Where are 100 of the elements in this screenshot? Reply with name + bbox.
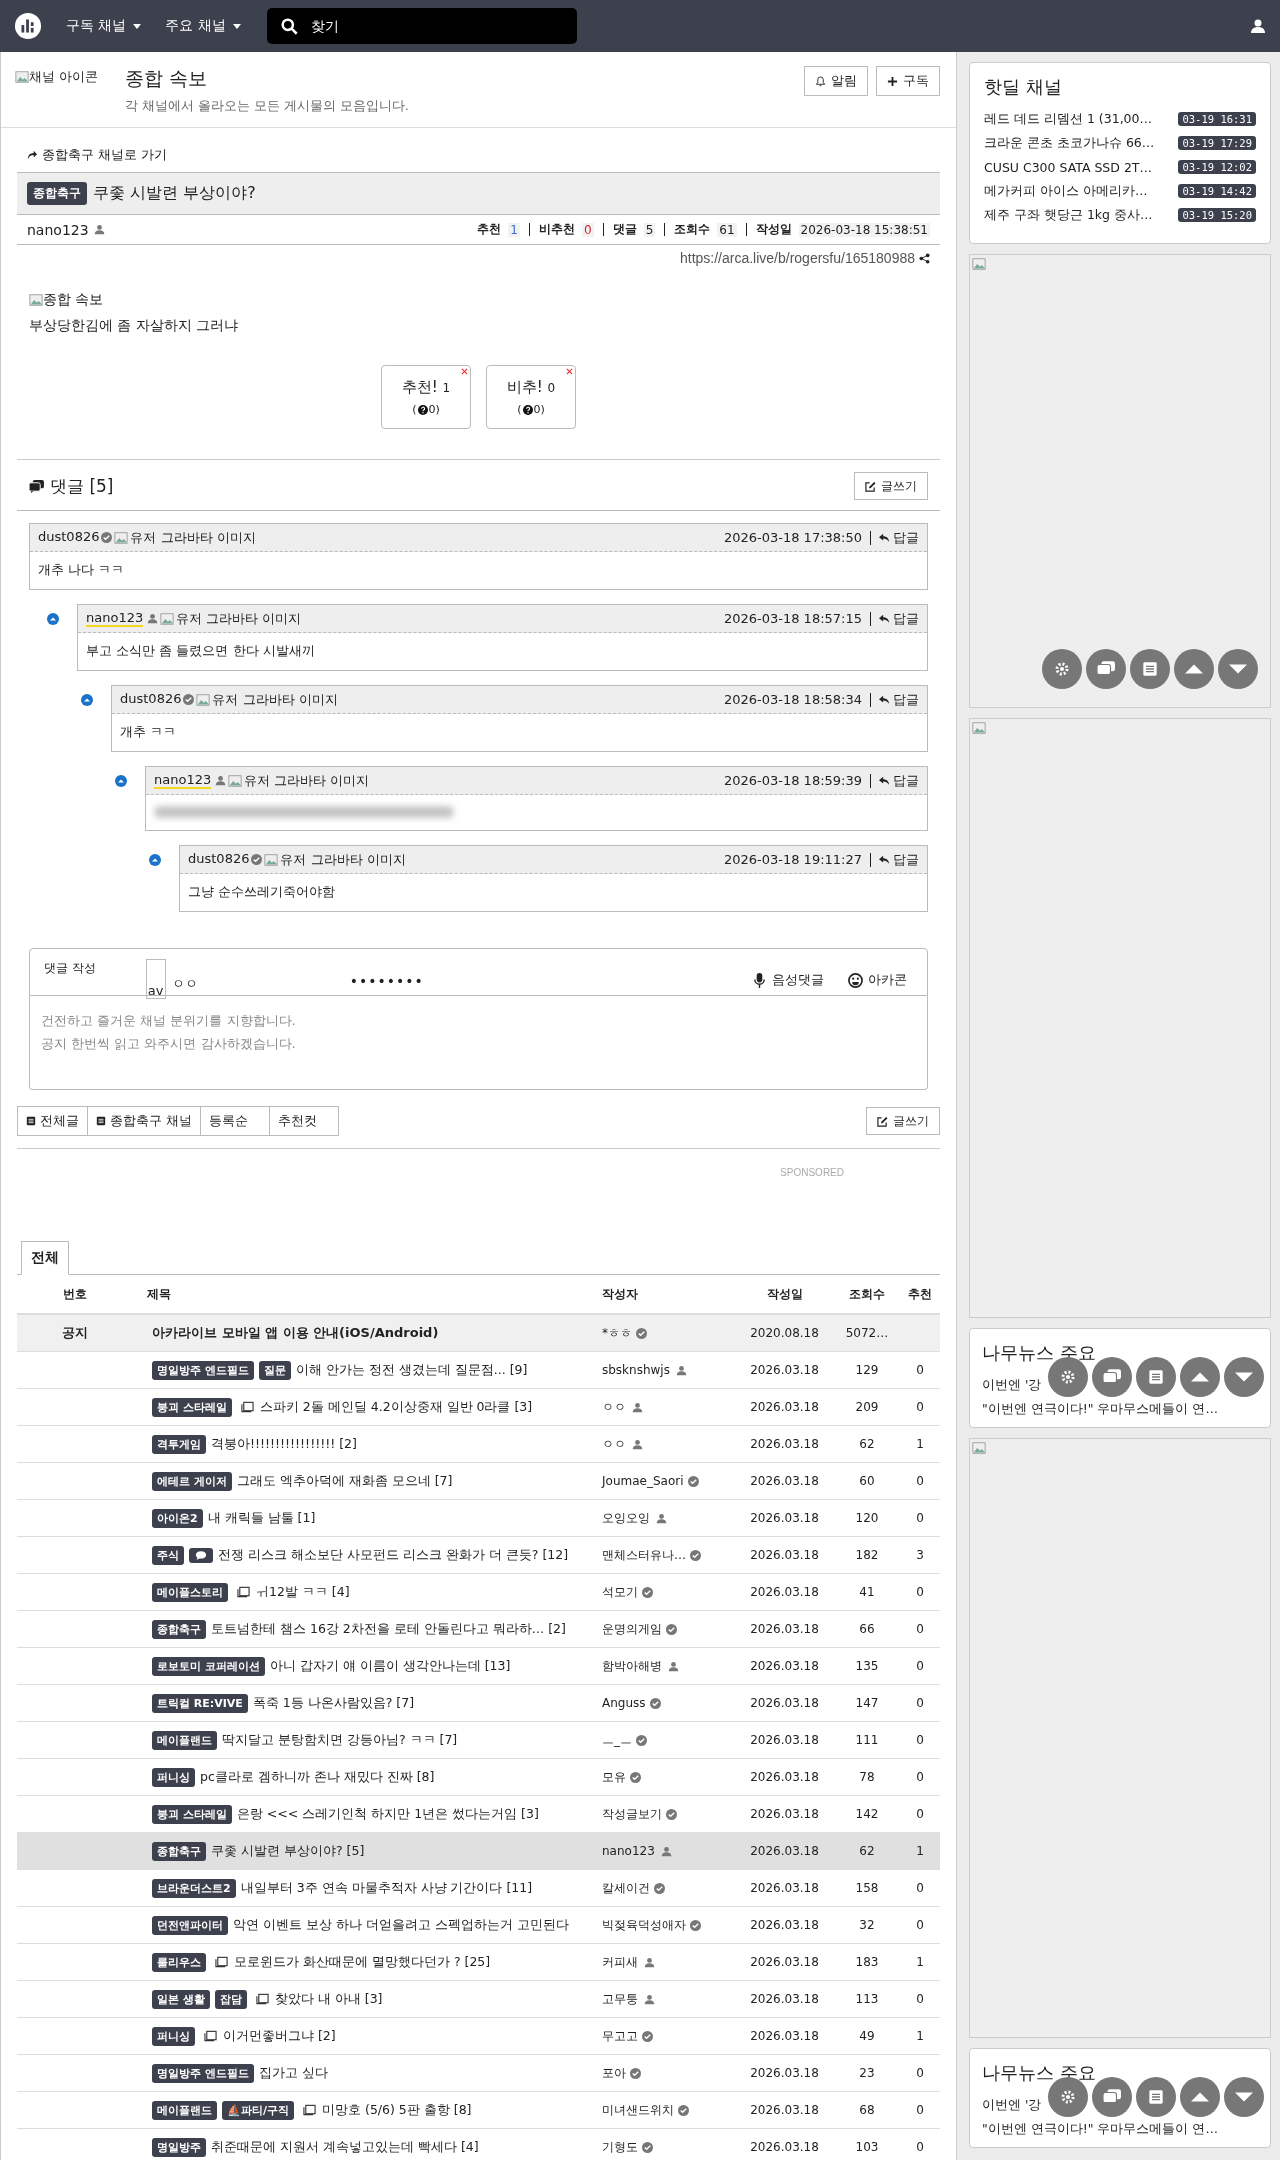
author-name[interactable]: 작성글보기 — [602, 1805, 662, 1823]
board-row[interactable]: 퍼니싱 pc클라로 겜하니까 존나 재밌다 진짜 [8] 모유 2026.03.18 78 0 — [17, 1759, 940, 1796]
list-button[interactable]: 등록순 — [200, 1106, 271, 1136]
post-title-link[interactable]: 토트넘한테 챔스 16강 2차전을 로테 안돌린다고 뭐라하… [2] — [211, 1620, 566, 1638]
emoticon-button[interactable]: 아카콘 — [842, 967, 913, 993]
reply-link[interactable]: 답글 — [879, 771, 919, 790]
upvote-button[interactable]: 추천! 1 ( 0) — [381, 365, 471, 429]
author-name[interactable]: nano123 — [154, 772, 212, 789]
news-link[interactable]: 이번엔 '강 — [982, 1373, 1042, 1397]
author-name[interactable]: 칼세이건 — [602, 1879, 650, 1897]
post-title-link[interactable]: 내 캐릭들 남툴 [1] — [207, 1509, 316, 1527]
board-row[interactable]: 메이플랜드 ⛵파티/구직 미망호 (5/6) 5판 출항 [8] 미녀샌드위치 2026.03.18 68 0 — [17, 2092, 940, 2129]
category-tag[interactable]: 퍼니싱 — [152, 1767, 195, 1787]
collapse-icon[interactable] — [115, 775, 127, 787]
author-name[interactable]: dust0826 — [38, 529, 100, 546]
deal-link[interactable]: 레드 데드 리뎀션 1 (31,00… — [984, 110, 1152, 128]
list-button[interactable] — [1136, 2077, 1176, 2117]
board-row[interactable]: 붕괴 스타레일 스파키 2돌 메인딜 4.2이상중재 일반 0라클 [3] ㅇㅇ 2026.03.18 209 0 — [17, 1389, 940, 1426]
list-button[interactable] — [1130, 649, 1170, 689]
author-name[interactable]: Joumae_Saori — [602, 1474, 684, 1488]
share-icon[interactable] — [919, 252, 930, 264]
password-field[interactable]: •••••••• — [349, 973, 424, 989]
author-name[interactable]: 고무퉁 — [602, 1990, 638, 2008]
author-name[interactable]: 모유 — [602, 1768, 626, 1786]
author-name[interactable]: 맨체스터유나… — [602, 1546, 686, 1564]
post-title-link[interactable]: 그래도 엑추아덕에 재화좀 모으네 [7] — [236, 1472, 453, 1490]
subscribe-button[interactable]: 구독 — [876, 66, 940, 96]
category-tag[interactable]: 아이온2 — [152, 1508, 203, 1528]
alarm-button[interactable]: 알림 — [804, 66, 868, 96]
post-title-link[interactable]: 찾았다 내 아내 [3] — [274, 1990, 383, 2008]
reply-link[interactable]: 답글 — [879, 528, 919, 547]
author-name[interactable]: *ㅎㅎ — [602, 1324, 632, 1342]
user-icon[interactable] — [1250, 18, 1266, 34]
board-row[interactable]: 던전앤파이터 악연 이벤트 보상 하나 더얻을려고 스펙업하는거 고민된다 빅젖육덕성애자 2026.03.18 32 0 — [17, 1907, 940, 1944]
scroll-down-button[interactable] — [1218, 649, 1258, 689]
scroll-up-button[interactable] — [1180, 1357, 1220, 1397]
category-tag[interactable]: 명일방주 — [152, 2137, 206, 2157]
write-button[interactable]: 글쓰기 — [854, 472, 928, 500]
board-row[interactable]: 공지 아카라이브 모바일 앱 이용 안내(iOS/Android) *ㅎㅎ 2020.08.18 5072… — [17, 1315, 940, 1352]
post-title-link[interactable]: 스파키 2돌 메인딜 4.2이상중재 일반 0라클 [3] — [259, 1398, 533, 1416]
category-tag[interactable]: 에테르 게이저 — [152, 1471, 232, 1491]
post-title-link[interactable]: 은랑 <<< 스레기인척 하지만 1년은 썼다는거임 [3] — [236, 1805, 539, 1823]
post-title-link[interactable]: ㅟ12발 ㅋㅋ [4] — [256, 1583, 350, 1601]
settings-button[interactable] — [1042, 649, 1082, 689]
category-tag[interactable]: 질문 — [258, 1360, 291, 1380]
post-title-link[interactable]: 이거먼좋버그냐 [2] — [223, 2027, 336, 2045]
nav-menu[interactable]: 주요 채널 — [155, 17, 251, 35]
scroll-up-button[interactable] — [1174, 649, 1214, 689]
close-icon[interactable] — [461, 368, 468, 375]
post-title-link[interactable]: 악연 이벤트 보상 하나 더얻을려고 스펙업하는거 고민된다 — [233, 1916, 569, 1934]
nav-menu[interactable]: 구독 채널 — [56, 17, 152, 35]
deal-link[interactable]: CUSU C300 SATA SSD 2T… — [984, 159, 1152, 175]
author-name[interactable]: nano123 — [86, 610, 144, 627]
board-row[interactable]: 로보토미 코퍼레이션 아니 갑자기 얘 이름이 생각안나는데 [13] 함박아해병 2026.03.18 135 0 — [17, 1648, 940, 1685]
category-tag[interactable]: 붕괴 스타레일 — [152, 1397, 232, 1417]
author-name[interactable]: dust0826 — [120, 691, 182, 708]
category-tag[interactable]: 종합축구 — [152, 1619, 206, 1639]
post-title-link[interactable]: 쿠좇 시발련 부상이야? [5] — [211, 1842, 365, 1860]
category-tag[interactable]: 트릭컬 RE:VIVE — [152, 1693, 248, 1713]
reply-link[interactable]: 답글 — [879, 609, 919, 628]
category-tag[interactable]: 브라운더스트2 — [152, 1878, 236, 1898]
reply-link[interactable]: 답글 — [879, 690, 919, 709]
list-button[interactable]: 종합축구 채널 — [87, 1106, 202, 1136]
board-row[interactable]: 메이플랜드 딱지달고 분탕함치면 강등아님? ㅋㅋ [7] ㅡ_ㅡ 2026.03.18 111 0 — [17, 1722, 940, 1759]
post-title-link[interactable]: 미망호 (5/6) 5판 출항 [8] — [322, 2101, 472, 2119]
board-tab[interactable]: 전체 — [21, 1241, 69, 1275]
close-icon[interactable] — [566, 368, 573, 375]
post-title-link[interactable]: 전쟁 리스크 해소보단 사모펀드 리스크 완화가 더 큰듯? [12] — [218, 1546, 569, 1564]
news-link[interactable]: "이번엔 연극이다!" 우마무스메들이 연… — [982, 1397, 1218, 1421]
category-tag[interactable]: 메이플랜드 — [152, 2100, 217, 2120]
author-name[interactable]: 함박아해병 — [602, 1657, 662, 1675]
author-name[interactable]: 미녀샌드위치 — [602, 2101, 674, 2119]
list-button[interactable]: 추천컷 — [269, 1106, 340, 1136]
post-title-link[interactable]: 내일부터 3주 연속 마물추적자 사냥 기간이다 [11] — [240, 1879, 533, 1897]
board-row[interactable]: 명일방주 엔드필드 집가고 싶다 포아 2026.03.18 23 0 — [17, 2055, 940, 2092]
category-tag[interactable]: 메이플스토리 — [152, 1582, 228, 1602]
downvote-button[interactable]: 비추! 0 ( 0) — [486, 365, 576, 429]
category-tag[interactable]: 명일방주 엔드필드 — [152, 2063, 254, 2083]
collapse-icon[interactable] — [81, 694, 93, 706]
author-name[interactable]: ㅡ_ㅡ — [602, 1731, 632, 1749]
author-name[interactable]: 기형도 — [602, 2138, 638, 2156]
search-field[interactable]: 찾기 — [266, 8, 577, 44]
scroll-down-button[interactable] — [1224, 1357, 1264, 1397]
deal-link[interactable]: 제주 구좌 햇당근 1kg 중사… — [984, 206, 1153, 224]
board-row[interactable]: 퍼니싱 이거먼좋버그냐 [2] 무고고 2026.03.18 49 1 — [17, 2018, 940, 2055]
board-row[interactable]: 아이온2 내 캐릭들 남툴 [1] 오잉오잉 2026.03.18 120 0 — [17, 1500, 940, 1537]
collapse-icon[interactable] — [149, 854, 161, 866]
author-name[interactable]: 운명의게임 — [602, 1620, 662, 1638]
logo-icon[interactable] — [14, 12, 42, 40]
category-tag[interactable]: 퍼니싱 — [152, 2026, 195, 2046]
board-row[interactable]: 종합축구 쿠좇 시발련 부상이야? [5] nano123 2026.03.18 62 1 — [17, 1833, 940, 1870]
board-row[interactable]: 메이플스토리 ㅟ12발 ㅋㅋ [4] 석모기 2026.03.18 41 0 — [17, 1574, 940, 1611]
deal-link[interactable]: 메가커피 아이스 아메리카… — [984, 182, 1148, 200]
author-name[interactable]: 포아 — [602, 2064, 626, 2082]
category-tag[interactable]: 던전앤파이터 — [152, 1915, 228, 1935]
post-url-link[interactable]: https://arca.live/b/rogersfu/165180988 — [679, 250, 915, 266]
post-title-link[interactable]: 모로윈드가 화산때문에 멸망했다던가 ? [25] — [234, 1953, 491, 1971]
news-link[interactable]: 이번엔 '강 — [982, 2093, 1042, 2117]
news-link[interactable]: "이번엔 연극이다!" 우마무스메들이 연… — [982, 2117, 1218, 2141]
list-button[interactable]: 전체글 — [17, 1106, 88, 1136]
